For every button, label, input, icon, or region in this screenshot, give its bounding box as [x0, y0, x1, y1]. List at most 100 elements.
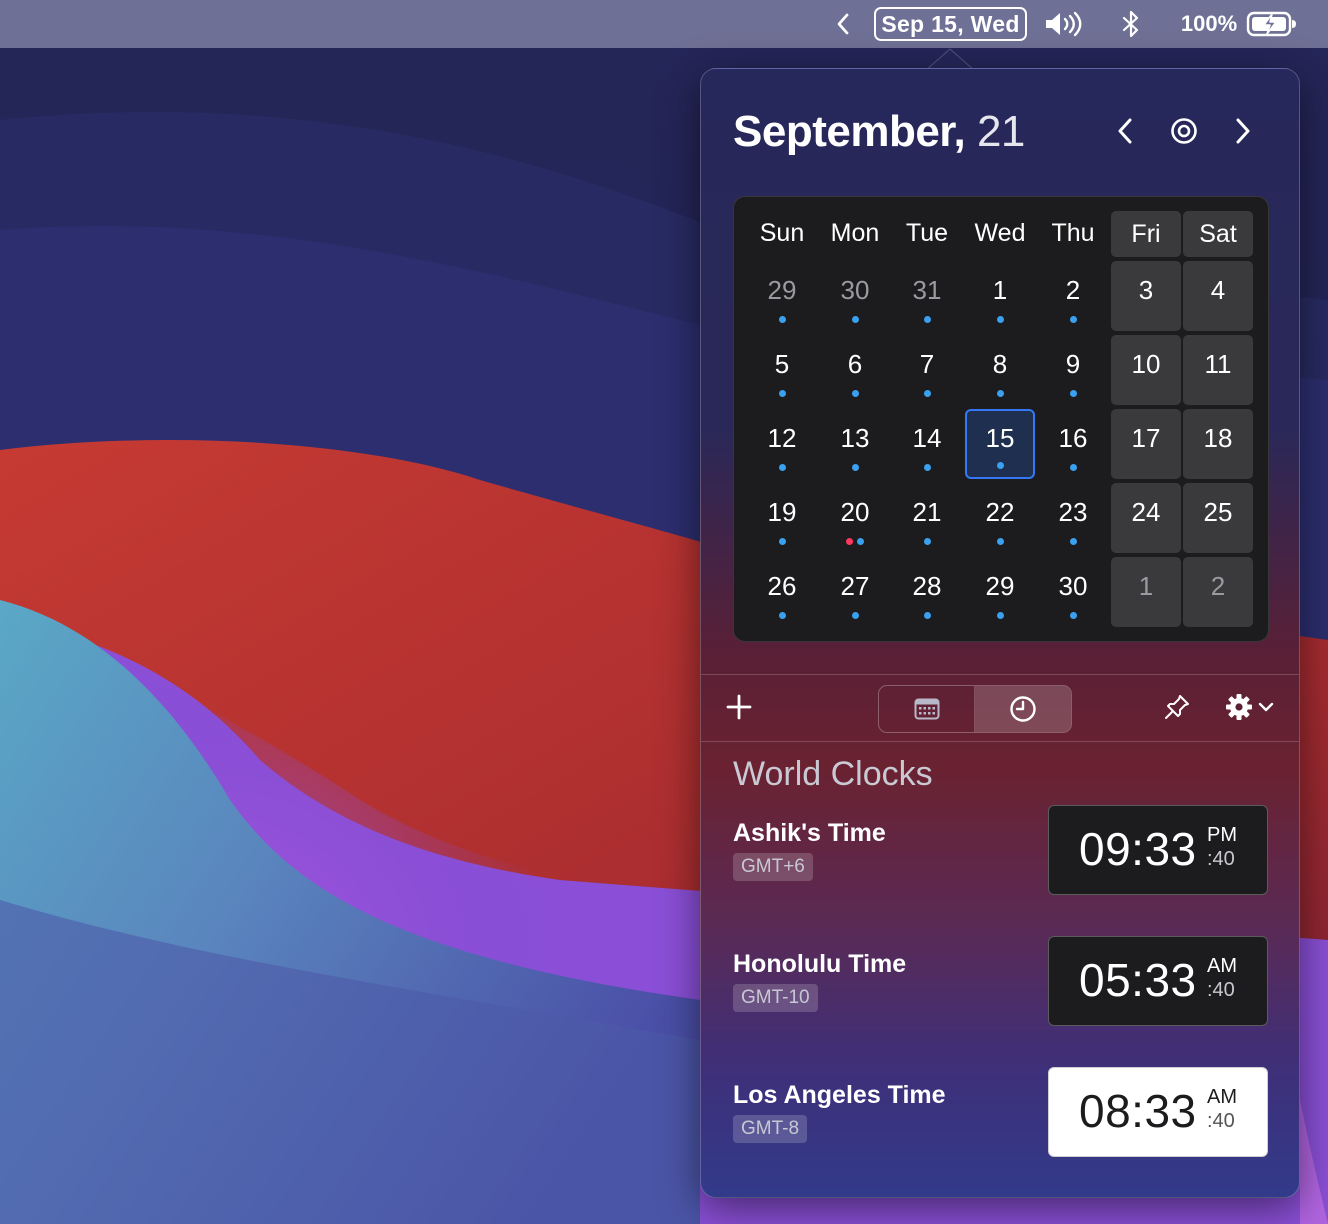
calendar-day[interactable]: 12 — [747, 409, 817, 479]
day-number: 16 — [1058, 422, 1088, 453]
chevron-right-icon — [1236, 118, 1250, 144]
clock-name: Ashik's Time — [733, 819, 886, 847]
day-number: 29 — [985, 570, 1015, 601]
event-dot — [778, 316, 786, 323]
month-name: September, — [733, 107, 966, 156]
calendar-day[interactable]: 1 — [1111, 557, 1181, 627]
calendar-day[interactable]: 26 — [747, 557, 817, 627]
calendar-day[interactable]: 22 — [965, 483, 1035, 553]
clock-name: Los Angeles Time — [733, 1081, 946, 1109]
day-number: 5 — [774, 348, 790, 379]
weekday-header: Tue — [905, 218, 949, 247]
event-indicators — [965, 538, 1035, 545]
calendar-day[interactable]: 7 — [892, 335, 962, 405]
calendar-day[interactable]: 18 — [1183, 409, 1253, 479]
clock-icon — [1010, 696, 1036, 722]
day-number: 10 — [1131, 348, 1161, 379]
calendar-day-today[interactable]: 15 — [965, 409, 1035, 479]
event-indicators — [747, 316, 817, 323]
event-dot — [851, 612, 859, 619]
calendar-day[interactable]: 24 — [1111, 483, 1181, 553]
clock-seconds: :40 — [1207, 979, 1235, 1001]
calendar-day[interactable]: 13 — [820, 409, 890, 479]
settings-menu-button[interactable] — [1219, 689, 1279, 725]
calendar-day[interactable]: 21 — [892, 483, 962, 553]
calendar-day[interactable]: 17 — [1111, 409, 1181, 479]
calendar-day[interactable]: 10 — [1111, 335, 1181, 405]
calendar-view-tab[interactable] — [879, 686, 975, 732]
event-indicators — [892, 464, 962, 471]
pin-button[interactable] — [1159, 689, 1195, 725]
calendar-day[interactable]: 16 — [1038, 409, 1108, 479]
day-number: 22 — [985, 496, 1015, 527]
day-number: 19 — [767, 496, 797, 527]
calendar-day[interactable]: 29 — [965, 557, 1035, 627]
day-number: 31 — [912, 274, 942, 305]
previous-month-button[interactable] — [1105, 111, 1145, 151]
view-mode-segmented-control — [878, 685, 1072, 733]
calendar-day[interactable]: 19 — [747, 483, 817, 553]
timezone-badge: GMT-10 — [733, 984, 818, 1012]
day-number: 21 — [912, 496, 942, 527]
calendar-day[interactable]: 20 — [820, 483, 890, 553]
volume-icon — [1046, 11, 1082, 37]
day-number: 7 — [919, 348, 935, 379]
add-button[interactable] — [721, 689, 757, 725]
menubar-date-button[interactable]: Sep 15, Wed — [874, 7, 1027, 41]
chevron-left-icon — [1118, 118, 1132, 144]
event-dot — [1069, 612, 1077, 619]
world-clock-row[interactable]: Honolulu Time GMT-10 05:33 AM :40 — [733, 936, 1269, 1042]
calendar-day[interactable]: 11 — [1183, 335, 1253, 405]
day-number: 12 — [767, 422, 797, 453]
next-month-button[interactable] — [1223, 111, 1263, 151]
calendar-day[interactable]: 6 — [820, 335, 890, 405]
battery-button[interactable] — [1244, 0, 1300, 48]
calendar-day[interactable]: 2 — [1038, 261, 1108, 331]
calendar-day[interactable]: 3 — [1111, 261, 1181, 331]
day-number: 17 — [1131, 422, 1161, 453]
calendar-day[interactable]: 9 — [1038, 335, 1108, 405]
event-indicators — [820, 390, 890, 397]
world-clock-row[interactable]: Los Angeles Time GMT-8 08:33 AM :40 — [733, 1067, 1269, 1173]
event-dot — [1069, 464, 1077, 471]
calendar-day[interactable]: 29 — [747, 261, 817, 331]
day-number: 26 — [767, 570, 797, 601]
calendar-day[interactable]: 1 — [965, 261, 1035, 331]
volume-button[interactable] — [1040, 0, 1086, 48]
clock-name: Honolulu Time — [733, 950, 907, 978]
calendar-day[interactable]: 25 — [1183, 483, 1253, 553]
weekday-header: Fri — [1111, 211, 1181, 257]
event-indicators — [747, 390, 817, 397]
popover-arrow — [926, 48, 974, 70]
world-clock-row[interactable]: Ashik's Time GMT+6 09:33 PM :40 — [733, 805, 1269, 911]
menubar-expand-button[interactable] — [826, 0, 860, 48]
bluetooth-button[interactable] — [1114, 0, 1148, 48]
clock-seconds: :40 — [1207, 1110, 1235, 1132]
event-dot — [996, 612, 1004, 619]
event-dot — [923, 464, 931, 471]
calendar-day[interactable]: 2 — [1183, 557, 1253, 627]
event-dot — [923, 316, 931, 323]
event-indicators — [892, 538, 962, 545]
clock-ampm: PM — [1207, 824, 1237, 846]
event-dot — [1069, 316, 1077, 323]
gear-icon — [1226, 694, 1252, 720]
calendar-day[interactable]: 28 — [892, 557, 962, 627]
clock-view-tab[interactable] — [975, 686, 1071, 732]
calendar-day[interactable]: 8 — [965, 335, 1035, 405]
day-number: 29 — [767, 274, 797, 305]
calendar-day[interactable]: 30 — [820, 261, 890, 331]
calendar-day[interactable]: 30 — [1038, 557, 1108, 627]
today-button[interactable] — [1164, 111, 1204, 151]
calendar-day[interactable]: 14 — [892, 409, 962, 479]
month-year-title: September, 21 — [733, 107, 1025, 157]
calendar-day[interactable]: 23 — [1038, 483, 1108, 553]
event-dot — [778, 390, 786, 397]
event-indicators — [820, 538, 890, 545]
calendar-day[interactable]: 4 — [1183, 261, 1253, 331]
calendar-day[interactable]: 5 — [747, 335, 817, 405]
calendar-day[interactable]: 27 — [820, 557, 890, 627]
calendar-day[interactable]: 31 — [892, 261, 962, 331]
event-indicators — [892, 390, 962, 397]
weekday-header: Mon — [830, 218, 880, 247]
